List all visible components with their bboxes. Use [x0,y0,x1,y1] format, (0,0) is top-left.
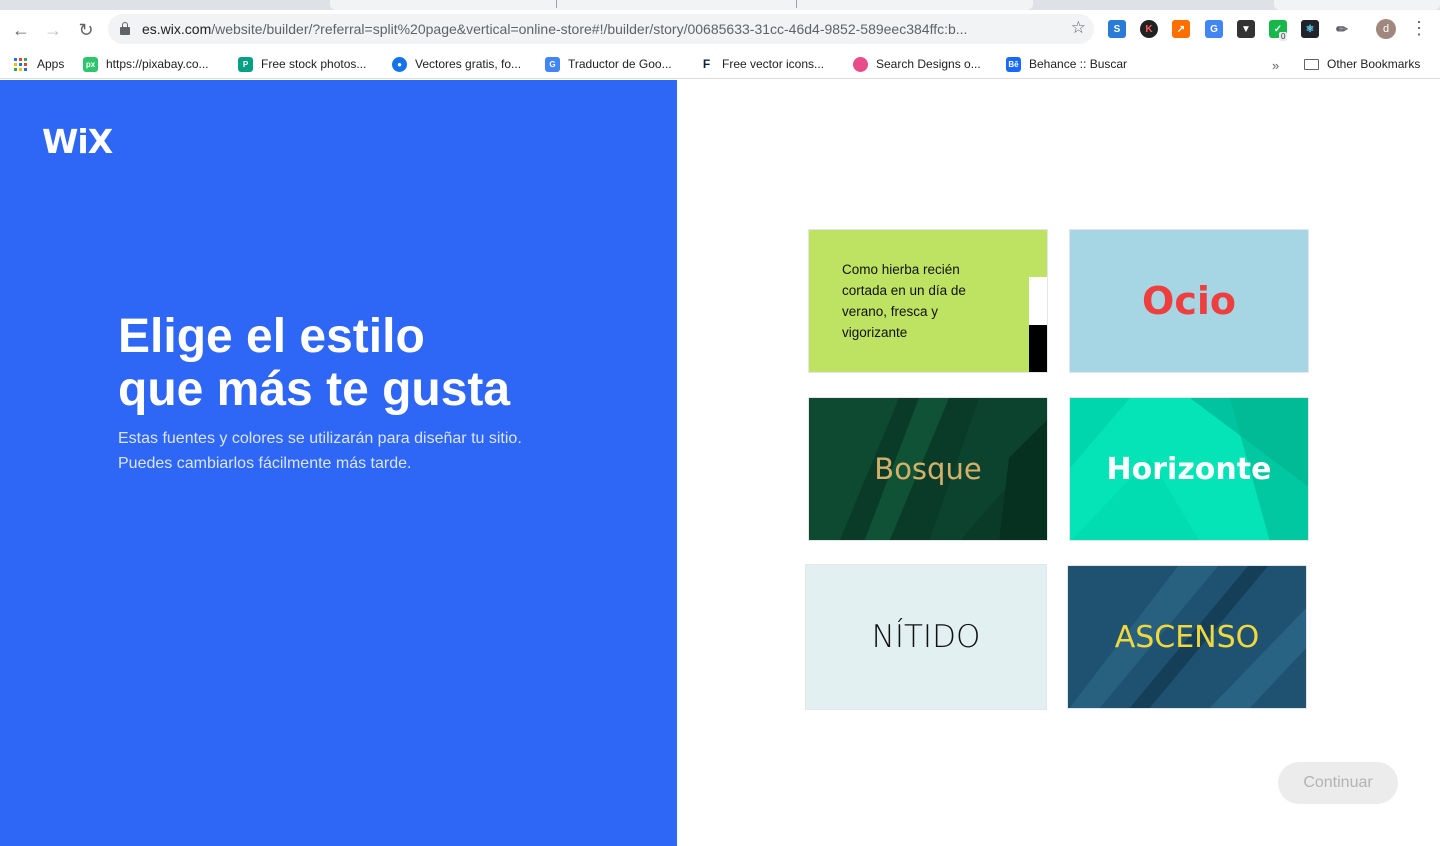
intro-panel: WiX Elige el estilo que más te gusta Est… [0,80,677,846]
flaticon-icon: F [699,56,714,72]
browser-toolbar: ← → ↻ es.wix.com/website/builder/?referr… [0,10,1440,48]
style-card-nitido[interactable]: NÍTIDO [805,564,1047,710]
behance-icon: Bē [1006,56,1021,72]
more-bookmarks-icon[interactable]: » [1272,58,1279,73]
page-subtitle: Estas fuentes y colores se utilizarán pa… [118,430,522,472]
extension-translate-icon[interactable]: G [1205,20,1223,38]
pexels-icon: P [238,56,253,72]
bookmark-star-icon[interactable]: ☆ [1071,18,1086,38]
bookmark-flaticon[interactable]: F Free vector icons... [699,54,824,74]
bookmark-dribbble[interactable]: Search Designs o... [853,54,981,74]
bookmark-freepik[interactable]: ● Vectores gratis, fo... [392,54,521,74]
extension-shield-icon[interactable]: ▼ [1237,20,1255,38]
style-card-label: Horizonte [1106,451,1272,487]
wix-logo[interactable]: WiX [42,122,113,161]
style-card-label: Bosque [874,452,982,486]
extension-paint-icon[interactable]: ✏ [1333,20,1351,38]
extension-k-icon[interactable]: K [1140,20,1158,38]
apps-grid-icon [14,57,27,71]
style-card-label: Ocio [1142,279,1236,323]
style-card-ocio[interactable]: Ocio [1069,229,1309,373]
style-card-quote: Como hierba recién cortada en un día de … [842,262,966,340]
bookmark-pixabay[interactable]: px https://pixabay.co... [83,54,209,74]
url-text[interactable]: es.wix.com/website/builder/?referral=spl… [142,21,1042,37]
tab-strip [0,0,1440,10]
style-card-fresh[interactable]: Como hierba recién cortada en un día de … [808,229,1048,373]
bookmark-pexels[interactable]: P Free stock photos... [238,54,366,74]
bookmark-behance[interactable]: Bē Behance :: Buscar [1006,54,1127,74]
address-bar[interactable]: es.wix.com/website/builder/?referral=spl… [108,14,1094,44]
bookmark-google-translate[interactable]: G Traductor de Goo... [545,54,672,74]
extension-badge: 0 [1279,32,1288,41]
forward-icon[interactable]: → [40,17,66,43]
page-title: Elige el estilo que más te gusta [118,310,511,416]
continue-button[interactable]: Continuar [1278,762,1398,804]
other-bookmarks[interactable]: Other Bookmarks [1304,54,1420,74]
dribbble-icon [853,56,868,72]
reload-icon[interactable]: ↻ [73,17,99,43]
bookmark-apps[interactable]: Apps [14,54,64,74]
google-translate-icon: G [545,56,560,72]
back-icon[interactable]: ← [8,17,34,43]
style-card-label: ASCENSO [1114,619,1260,655]
extension-react-icon[interactable]: ⚛ [1301,20,1319,38]
style-picker [677,80,1440,846]
freepik-icon: ● [392,56,407,72]
pixabay-icon: px [83,56,98,72]
bookmarks-bar: Apps px https://pixabay.co... P Free sto… [0,48,1440,79]
extension-s-icon[interactable]: S [1108,20,1126,38]
active-tab[interactable] [330,0,1033,10]
extension-chart-icon[interactable]: ↗ [1172,20,1190,38]
style-card-ascenso[interactable]: ASCENSO [1067,565,1307,709]
folder-icon [1304,58,1319,70]
profile-avatar[interactable]: d [1376,19,1396,39]
style-card-label: NÍTIDO [871,619,981,655]
style-card-bosque[interactable]: Bosque [808,397,1048,541]
lock-icon [120,22,130,35]
menu-icon[interactable]: ⋮ [1410,18,1428,39]
style-card-horizonte[interactable]: Horizonte [1069,397,1309,541]
tab[interactable] [1274,0,1440,10]
